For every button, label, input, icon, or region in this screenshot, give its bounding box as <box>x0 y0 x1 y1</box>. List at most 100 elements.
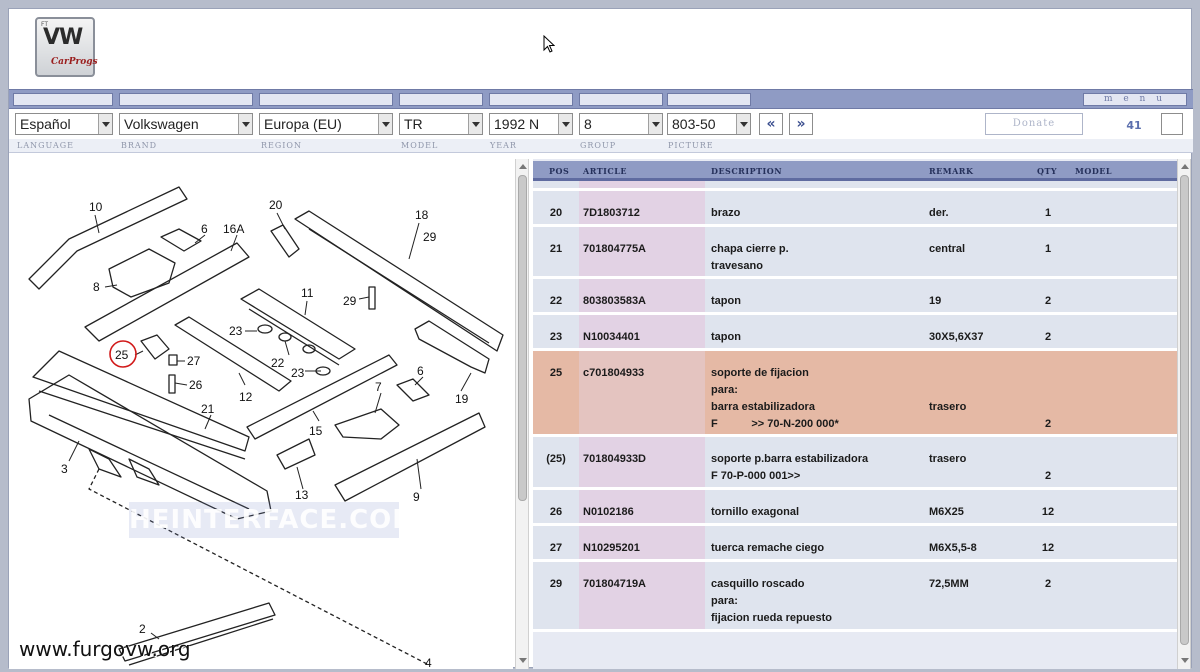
cell-description: tornillo exagonal <box>711 506 800 518</box>
callout-label: 23 <box>291 366 305 380</box>
brand-select[interactable]: Volkswagen <box>119 113 253 135</box>
donate-button[interactable]: Donate <box>985 113 1083 135</box>
language-select[interactable]: Español <box>15 113 113 135</box>
diagram-scrollbar[interactable] <box>515 159 529 669</box>
cell-article[interactable]: 701804775A <box>583 241 646 258</box>
scroll-down-icon[interactable] <box>1179 655 1190 666</box>
visitor-count: 41 <box>1126 119 1142 132</box>
year-select[interactable]: 1992 N <box>489 113 573 135</box>
label-brand: BRAND <box>121 141 158 150</box>
cell-remark: M6X25 <box>929 506 964 518</box>
region-select[interactable]: Europa (EU) <box>259 113 393 135</box>
table-row-selected[interactable]: 25 c701804933 soporte de fijacion para: … <box>533 351 1177 437</box>
table-row-partial <box>533 181 1177 191</box>
diagram-drawing: 10 6 16A 20 18 29 8 11 29 23 22 23 25 27… <box>28 186 504 669</box>
scroll-down-icon[interactable] <box>517 655 528 666</box>
cell-article[interactable]: c701804933 <box>583 365 644 382</box>
cell-article[interactable]: N10034401 <box>583 329 640 346</box>
header-model: MODEL <box>1075 166 1112 176</box>
site-url-text: www.furgovw.org <box>19 637 191 661</box>
chevron-down-icon <box>558 114 572 134</box>
model-value: TR <box>404 116 423 132</box>
header-article: ARTICLE <box>583 166 627 176</box>
table-row[interactable]: 21 701804775A chapa cierre p. travesano … <box>533 227 1177 279</box>
tab-picture[interactable] <box>667 93 751 106</box>
callout-label: 20 <box>269 198 283 212</box>
parts-diagram[interactable]: 10 6 16A 20 18 29 8 11 29 23 22 23 25 27… <box>9 159 513 669</box>
cell-article[interactable]: 7D1803712 <box>583 205 640 222</box>
chevron-down-icon <box>378 114 392 134</box>
cell-remark: 30X5,6X37 <box>929 331 984 343</box>
cell-qty: 2 <box>1044 295 1052 307</box>
scroll-up-icon[interactable] <box>1179 161 1190 172</box>
next-picture-button[interactable]: » <box>789 113 813 135</box>
tab-year[interactable] <box>489 93 573 106</box>
cell-pos: 27 <box>549 542 563 554</box>
callout-label: 13 <box>295 488 309 502</box>
table-row[interactable]: (25) 701804933D soporte p.barra estabili… <box>533 437 1177 490</box>
chevron-down-icon <box>468 114 482 134</box>
parts-table: POS ARTICLE DESCRIPTION REMARK QTY MODEL… <box>533 159 1177 669</box>
callout-label: 11 <box>301 286 314 300</box>
table-scrollbar[interactable] <box>1177 159 1191 669</box>
cell-qty: 12 <box>1041 506 1055 518</box>
table-row[interactable]: 20 7D1803712 brazo der. 1 <box>533 191 1177 227</box>
group-select[interactable]: 8 <box>579 113 663 135</box>
chevron-down-icon <box>736 114 750 134</box>
cell-remark: trasero <box>929 401 967 413</box>
table-row[interactable]: 26 N0102186 tornillo exagonal M6X25 12 <box>533 490 1177 526</box>
table-row[interactable]: 22 803803583A tapon 19 2 <box>533 279 1177 315</box>
cell-article[interactable]: 701804719A <box>583 576 646 593</box>
tab-model[interactable] <box>399 93 483 106</box>
language-value: Español <box>20 116 71 132</box>
tab-language[interactable] <box>13 93 113 106</box>
table-row[interactable]: 23 N10034401 tapon 30X5,6X37 2 <box>533 315 1177 351</box>
scroll-up-icon[interactable] <box>517 161 528 172</box>
logo-subtext: CarProgs <box>51 57 98 67</box>
table-row[interactable]: 27 N10295201 tuerca remache ciego M6X5,5… <box>533 526 1177 562</box>
callout-label: 15 <box>309 424 323 438</box>
chevron-down-icon <box>98 114 112 134</box>
cell-pos: 22 <box>549 295 563 307</box>
callout-label: 22 <box>271 356 285 370</box>
table-footer-space <box>533 632 1177 662</box>
logo-text: VW <box>43 25 83 50</box>
cell-pos: 20 <box>549 207 563 219</box>
picture-value: 803-50 <box>672 116 716 132</box>
blank-box[interactable] <box>1161 113 1183 135</box>
region-value: Europa (EU) <box>264 116 342 132</box>
scroll-thumb[interactable] <box>518 175 527 501</box>
prev-picture-button[interactable]: « <box>759 113 783 135</box>
cell-qty: 1 <box>1044 207 1052 219</box>
cell-description: chapa cierre p. travesano <box>711 243 789 272</box>
tab-brand[interactable] <box>119 93 253 106</box>
cell-qty: 1 <box>1044 243 1052 255</box>
vw-logo[interactable]: FT VW CarProgs <box>35 17 98 77</box>
cell-article[interactable]: N10295201 <box>583 540 640 557</box>
app-window: FT VW CarProgs m e n u Español Volkswage… <box>8 8 1193 669</box>
label-region: REGION <box>261 141 302 150</box>
cell-description: tapon <box>711 331 741 343</box>
field-labels: LANGUAGE BRAND REGION MODEL YEAR GROUP P… <box>9 139 1193 153</box>
tab-group[interactable] <box>579 93 663 106</box>
cell-description: tuerca remache ciego <box>711 542 825 554</box>
cell-description: tapon <box>711 295 741 307</box>
cell-article[interactable]: N0102186 <box>583 504 634 521</box>
scroll-thumb[interactable] <box>1180 175 1189 645</box>
callout-label: 19 <box>455 392 469 406</box>
callout-label: 7 <box>375 380 382 394</box>
model-select[interactable]: TR <box>399 113 483 135</box>
table-body: 20 7D1803712 brazo der. 1 21 701804775A … <box>533 181 1177 662</box>
cell-qty: 12 <box>1041 542 1055 554</box>
tab-region[interactable] <box>259 93 393 106</box>
cell-remark: 19 <box>929 295 942 307</box>
menu-button[interactable]: m e n u <box>1083 93 1187 106</box>
callout-label: 29 <box>343 294 357 308</box>
callout-label: 16A <box>223 222 244 236</box>
table-row[interactable]: 29 701804719A casquillo roscado para: fi… <box>533 562 1177 632</box>
chevron-down-icon <box>648 114 662 134</box>
cell-article[interactable]: 803803583A <box>583 293 646 310</box>
cell-article[interactable]: 701804933D <box>583 451 646 468</box>
picture-select[interactable]: 803-50 <box>667 113 751 135</box>
callout-label: 25 <box>115 348 129 362</box>
